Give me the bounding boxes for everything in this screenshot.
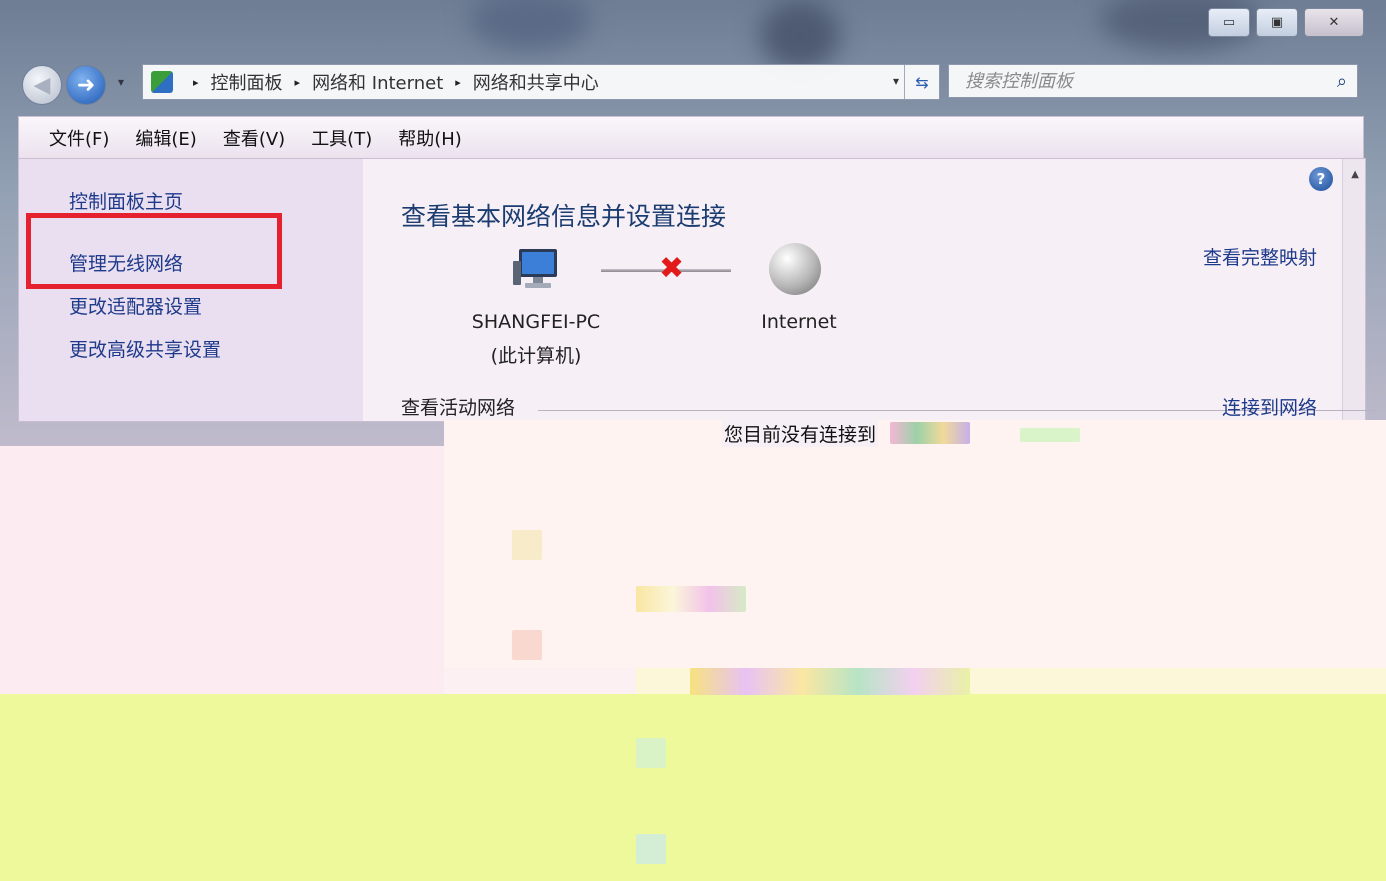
corrupted-region: [636, 586, 746, 612]
sidebar-item-control-panel-home[interactable]: 控制面板主页: [69, 187, 183, 214]
corrupted-region: [0, 446, 444, 694]
computer-name: SHANGFEI-PC: [471, 311, 601, 333]
corrupted-region: [1020, 428, 1080, 442]
history-dropdown-icon[interactable]: ▾: [118, 75, 124, 89]
breadcrumb-control-panel[interactable]: 控制面板: [211, 69, 283, 95]
breadcrumb-separator[interactable]: ▸: [295, 76, 301, 89]
scrollbar[interactable]: ▲: [1342, 159, 1365, 421]
corrupted-region: [690, 668, 970, 695]
globe-icon: [769, 243, 821, 295]
close-button[interactable]: ✕: [1304, 8, 1364, 37]
menu-help[interactable]: 帮助(H): [398, 125, 462, 151]
background-decoration: [760, 0, 840, 70]
scroll-up-icon[interactable]: ▲: [1351, 169, 1359, 180]
search-icon[interactable]: ⌕: [1337, 71, 1347, 92]
search-input[interactable]: [963, 69, 1287, 93]
corrupted-region: [636, 738, 666, 768]
forward-arrow-icon[interactable]: ➜: [66, 65, 106, 105]
corrupted-region: [636, 834, 666, 864]
control-panel-icon: [151, 71, 173, 93]
computer-icon: [513, 249, 557, 288]
sidebar-item-manage-wireless[interactable]: 管理无线网络: [69, 249, 183, 276]
corrupted-region: [512, 630, 542, 660]
menu-bar: 文件(F) 编辑(E) 查看(V) 工具(T) 帮助(H): [18, 116, 1364, 158]
sidebar-item-adapter-settings[interactable]: 更改适配器设置: [69, 292, 202, 319]
breadcrumb-network-sharing-center[interactable]: 网络和共享中心: [473, 69, 599, 95]
active-networks-header: 查看活动网络: [401, 397, 516, 419]
navigation-bar: ◀ ➜ ▾ ▸ 控制面板 ▸ 网络和 Internet ▸ 网络和共享中心 ▾ …: [20, 62, 1366, 106]
network-status-text: 您目前没有连接到: [722, 420, 879, 447]
internet-label: Internet: [761, 311, 837, 333]
address-bar[interactable]: ▸ 控制面板 ▸ 网络和 Internet ▸ 网络和共享中心 ▾ ⇆: [142, 64, 940, 100]
corrupted-region: [512, 530, 542, 560]
menu-edit[interactable]: 编辑(E): [135, 125, 196, 151]
menu-tools[interactable]: 工具(T): [311, 125, 372, 151]
computer-subtitle: (此计算机): [490, 345, 582, 367]
back-arrow-icon[interactable]: ◀: [22, 65, 62, 105]
sidebar-item-advanced-sharing[interactable]: 更改高级共享设置: [69, 335, 221, 362]
content-area: 控制面板主页 管理无线网络 更改适配器设置 更改高级共享设置 ▲ ? 查看基本网…: [18, 158, 1376, 422]
breadcrumb-separator[interactable]: ▸: [193, 76, 199, 89]
corrupted-region: [0, 694, 1386, 881]
disconnected-x-icon: ✖: [659, 251, 685, 286]
sidebar: 控制面板主页 管理无线网络 更改适配器设置 更改高级共享设置: [19, 159, 363, 421]
address-dropdown-icon[interactable]: ▾: [893, 74, 899, 88]
page-title: 查看基本网络信息并设置连接: [401, 202, 727, 231]
main-panel: ▲ ? 查看基本网络信息并设置连接 查看完整映射 ✖ SHANGFEI-PC (…: [363, 159, 1376, 421]
corrupted-region: [444, 420, 1386, 668]
background-decoration: [470, 0, 590, 50]
menu-view[interactable]: 查看(V): [223, 125, 285, 151]
window-controls: ▭ ▣ ✕: [1208, 8, 1364, 37]
connect-to-network-link[interactable]: 连接到网络: [1222, 393, 1317, 420]
menu-file[interactable]: 文件(F): [49, 125, 109, 151]
maximize-button[interactable]: ▣: [1256, 8, 1298, 37]
window: ▭ ▣ ✕ ◀ ➜ ▾ ▸ 控制面板 ▸ 网络和 Internet ▸ 网络和共…: [0, 0, 1386, 881]
help-icon[interactable]: ?: [1309, 167, 1333, 191]
minimize-button[interactable]: ▭: [1208, 8, 1250, 37]
breadcrumb-separator[interactable]: ▸: [455, 76, 461, 89]
view-full-map-link[interactable]: 查看完整映射: [1203, 243, 1317, 270]
search-box[interactable]: ⌕: [948, 64, 1358, 98]
refresh-icon[interactable]: ⇆: [904, 65, 939, 99]
corrupted-region: [890, 422, 970, 444]
breadcrumb-network-internet[interactable]: 网络和 Internet: [312, 69, 443, 95]
